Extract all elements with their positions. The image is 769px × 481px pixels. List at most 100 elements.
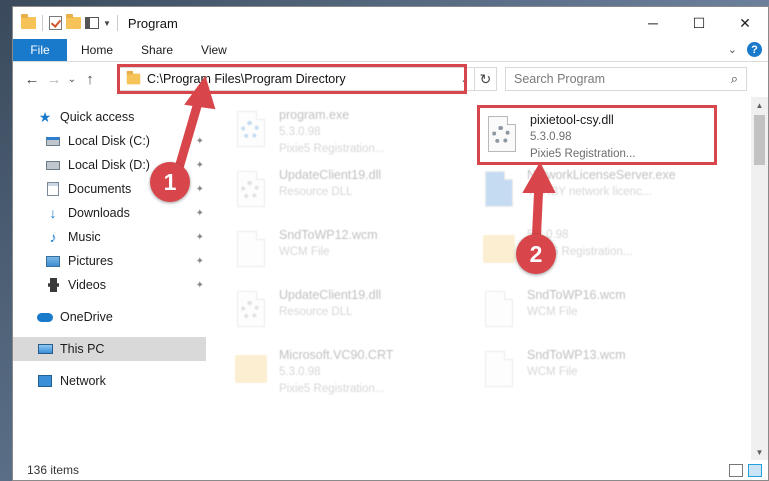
status-bar: 136 items	[13, 460, 768, 480]
disk-icon	[45, 158, 61, 172]
pin-icon[interactable]: ✦	[196, 208, 204, 219]
ribbon-right-controls: ⌄ ?	[728, 42, 762, 57]
file-detail: WCM File	[279, 246, 330, 258]
large-icons-view-icon[interactable]	[748, 464, 762, 477]
sidebar-item-local-disk-c[interactable]: Local Disk (C:) ✦	[13, 129, 206, 153]
sidebar-item-label: Music	[68, 230, 101, 244]
tab-share[interactable]: Share	[127, 39, 187, 61]
ribbon-tabs: File Home Share View ⌄ ?	[13, 39, 768, 62]
sidebar-item-quick-access[interactable]: ★ Quick access	[13, 105, 206, 129]
navigation-pane: ★ Quick access Local Disk (C:) ✦ Local D…	[13, 97, 206, 460]
sidebar-item-videos[interactable]: Videos ✦	[13, 273, 206, 297]
sidebar-item-label: This PC	[60, 342, 105, 356]
minimize-button[interactable]: ─	[630, 7, 676, 39]
file-detail: WCM File	[527, 306, 578, 318]
content-area: ★ Quick access Local Disk (C:) ✦ Local D…	[13, 97, 768, 460]
sidebar-item-pictures[interactable]: Pictures ✦	[13, 249, 206, 273]
sidebar-item-network[interactable]: Network	[13, 369, 206, 393]
onedrive-icon	[37, 310, 53, 324]
customize-dropdown-icon[interactable]: ▼	[103, 19, 111, 28]
file-item[interactable]: program.exe 5.3.0.98 Pixie5 Registration..…	[211, 103, 441, 163]
file-item[interactable]: SndToWP16.wcm WCM File	[459, 283, 689, 343]
file-detail: TURBY network licenc...	[527, 186, 652, 198]
sidebar-item-music[interactable]: ♪ Music ✦	[13, 225, 206, 249]
details-view-icon[interactable]	[729, 464, 743, 477]
tab-file[interactable]: File	[13, 39, 67, 61]
pin-icon[interactable]: ✦	[196, 256, 204, 267]
navigation-bar: ← → ⌄ ↑ C:\Program Files\Program Directo…	[13, 62, 768, 96]
properties-check-icon[interactable]	[49, 16, 62, 30]
up-button[interactable]: ↑	[79, 68, 101, 90]
sidebar-item-label: OneDrive	[60, 310, 113, 324]
file-item[interactable]: SndToWP13.wcm WCM File	[459, 343, 689, 403]
file-item[interactable]: 5.3.0.98 Pixie5 Registration...	[459, 223, 689, 283]
folder-icon	[126, 70, 141, 85]
scroll-up-icon[interactable]: ▲	[751, 97, 768, 113]
close-button[interactable]: ✕	[722, 7, 768, 39]
customize-icon[interactable]	[85, 17, 99, 29]
pin-icon[interactable]: ✦	[196, 232, 204, 243]
file-item[interactable]: NetworkLicenseServer.exe TURBY network li…	[459, 163, 689, 223]
forward-button[interactable]: →	[43, 68, 65, 90]
file-detail: Pixie5 Registration...	[279, 143, 385, 155]
pin-icon[interactable]: ✦	[196, 280, 204, 291]
sidebar-item-onedrive[interactable]: OneDrive	[13, 305, 206, 329]
this-pc-icon	[37, 342, 53, 356]
sidebar-item-label: Network	[60, 374, 106, 388]
address-dropdown-icon[interactable]: ⌄	[456, 73, 474, 86]
file-detail: Pixie5 Registration...	[279, 383, 385, 395]
file-detail: Resource DLL	[279, 306, 353, 318]
window-controls: ─ ☐ ✕	[630, 7, 768, 39]
pin-icon[interactable]: ✦	[196, 160, 204, 171]
vertical-scrollbar[interactable]: ▲ ▼	[751, 97, 768, 460]
sidebar-item-label: Downloads	[68, 206, 130, 220]
search-input[interactable]	[514, 72, 731, 86]
file-item[interactable]: SndToWP12.wcm WCM File	[211, 223, 441, 283]
help-icon[interactable]: ?	[747, 42, 762, 57]
wcm-file-icon	[229, 229, 271, 273]
folder-icon[interactable]	[21, 14, 36, 29]
tab-home[interactable]: Home	[67, 39, 127, 61]
file-item[interactable]: UpdateClient19.dll Resource DLL	[211, 283, 441, 343]
sidebar-item-this-pc[interactable]: This PC	[13, 337, 206, 361]
file-name: Microsoft.VC90.CRT	[279, 348, 394, 362]
exe-file-icon	[477, 169, 519, 213]
star-icon: ★	[38, 108, 52, 125]
sidebar-item-label: Pictures	[68, 254, 114, 268]
file-item-selected[interactable]: pixietool-csy.dll 5.3.0.98 Pixie5 Registra…	[477, 105, 717, 165]
sidebar-item-downloads[interactable]: ↓ Downloads ✦	[13, 201, 206, 225]
search-icon[interactable]: ⌕	[731, 71, 738, 87]
maximize-button[interactable]: ☐	[676, 7, 722, 39]
scroll-thumb[interactable]	[754, 115, 765, 165]
pictures-icon	[45, 254, 61, 268]
sidebar-item-label: Documents	[68, 182, 132, 196]
back-button[interactable]: ←	[21, 68, 43, 90]
file-detail: 5.3.0.98	[279, 126, 321, 138]
search-box[interactable]: ⌕	[505, 67, 747, 91]
address-bar[interactable]: C:\Program Files\Program Directory ⌄ ↻	[119, 67, 497, 91]
wcm-file-icon	[477, 289, 519, 333]
divider	[116, 15, 118, 31]
dll-file-icon	[229, 169, 271, 213]
file-item[interactable]: UpdateClient19.dll Resource DLL	[211, 163, 441, 223]
file-detail: 5.3.0.98	[530, 131, 572, 143]
step-callout-1: 1	[150, 162, 190, 202]
pin-icon[interactable]: ✦	[196, 184, 204, 195]
scroll-down-icon[interactable]: ▼	[751, 444, 768, 460]
recent-locations-icon[interactable]: ⌄	[65, 68, 79, 90]
tab-view[interactable]: View	[187, 39, 241, 61]
address-path[interactable]: C:\Program Files\Program Directory	[147, 72, 456, 86]
documents-icon	[45, 182, 61, 196]
pin-icon[interactable]: ✦	[196, 136, 204, 147]
step-callout-2: 2	[516, 234, 556, 274]
file-item[interactable]: Microsoft.VC90.CRT 5.3.0.98 Pixie5 Registr…	[211, 343, 441, 403]
wcm-file-icon	[477, 349, 519, 393]
refresh-icon[interactable]: ↻	[474, 68, 496, 90]
sidebar-item-label: Videos	[68, 278, 106, 292]
dll-file-icon	[480, 114, 522, 158]
disk-icon	[45, 134, 61, 148]
new-folder-icon[interactable]	[66, 14, 81, 29]
sidebar-item-label: Quick access	[60, 110, 135, 124]
expand-ribbon-icon[interactable]: ⌄	[728, 43, 737, 56]
folder-file-icon	[229, 349, 271, 393]
